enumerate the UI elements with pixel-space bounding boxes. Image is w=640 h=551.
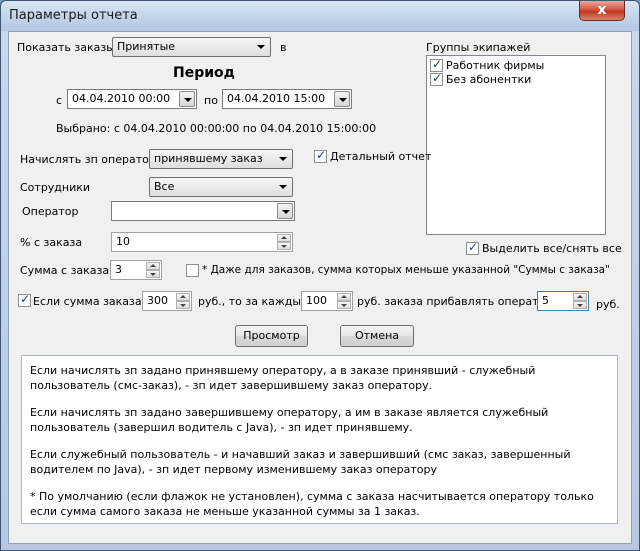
- bonus-threshold-stepper[interactable]: [176, 293, 190, 309]
- employees-value: Все: [154, 180, 175, 193]
- order-sum-input[interactable]: 3: [110, 260, 162, 280]
- period-from-label: с: [56, 94, 63, 107]
- period-to-label: по: [204, 94, 218, 107]
- info-paragraph: * По умолчанию (если флажок не установле…: [30, 490, 594, 518]
- crew-groups-list[interactable]: Работник фирмы Без абонентки: [426, 55, 606, 235]
- close-icon: x: [597, 2, 607, 18]
- spin-up-icon[interactable]: [176, 293, 190, 301]
- preview-button[interactable]: Просмотр: [235, 325, 308, 347]
- percent-label: % с заказа: [20, 236, 83, 249]
- percent-input[interactable]: 10: [111, 232, 293, 252]
- spin-down-icon[interactable]: [573, 301, 587, 309]
- chevron-down-icon: [275, 151, 291, 167]
- spin-up-icon[interactable]: [277, 234, 291, 242]
- info-paragraph: Если начислять зп задано завершившему оп…: [30, 406, 549, 434]
- bonus-step-value: 100: [306, 294, 327, 307]
- bonus-step-stepper[interactable]: [337, 293, 351, 309]
- bonus-step-input[interactable]: 100: [301, 291, 353, 311]
- operator-select[interactable]: [111, 201, 295, 221]
- select-all-checkbox[interactable]: [466, 240, 479, 255]
- show-orders-suffix: в: [280, 41, 287, 54]
- detailed-report-label: Детальный отчет: [330, 150, 432, 163]
- info-paragraph: Если начислять зп задано принявшему опер…: [30, 364, 536, 392]
- operator-label: Оператор: [22, 205, 79, 218]
- period-from-value: 04.04.2010 00:00: [72, 92, 171, 105]
- close-button[interactable]: x: [579, 1, 625, 21]
- order-sum-stepper[interactable]: [146, 262, 160, 278]
- charge-operator-select[interactable]: принявшему заказ: [149, 149, 293, 169]
- spin-down-icon[interactable]: [337, 301, 351, 309]
- bonus-amount-value: 5: [542, 294, 549, 307]
- spin-down-icon[interactable]: [146, 270, 160, 278]
- info-text-box[interactable]: Если начислять зп задано принявшему опер…: [21, 355, 618, 524]
- spin-down-icon[interactable]: [176, 301, 190, 309]
- cancel-button[interactable]: Отмена: [340, 325, 414, 347]
- window-title: Параметры отчета: [9, 8, 138, 23]
- employees-select[interactable]: Все: [149, 177, 293, 197]
- bonus-threshold-input[interactable]: 300: [142, 291, 192, 311]
- chevron-down-icon: [253, 39, 269, 55]
- bonus-amount-stepper[interactable]: [573, 293, 587, 309]
- period-to-value: 04.04.2010 15:00: [227, 92, 326, 105]
- bonus-unit-label: руб.: [596, 298, 620, 311]
- bonus-if-label: Если сумма заказа >: [33, 295, 155, 308]
- title-bar[interactable]: Параметры отчета x: [1, 1, 639, 31]
- period-from-picker[interactable]: 04.04.2010 00:00: [67, 89, 197, 109]
- chevron-down-icon[interactable]: [277, 203, 293, 219]
- bonus-add-label: руб. заказа прибавлять оператору: [357, 295, 559, 308]
- charge-operator-label: Начислять зп оператору: [20, 153, 163, 166]
- show-orders-label: Показать заказы: [17, 41, 115, 54]
- select-all-label: Выделить все/снять все: [482, 242, 622, 255]
- chevron-down-icon: [275, 179, 291, 195]
- spin-up-icon[interactable]: [573, 293, 587, 301]
- even-less-checkbox[interactable]: [186, 264, 199, 277]
- report-params-window: Параметры отчета x Показать заказы Приня…: [0, 0, 640, 551]
- crew-groups-label: Группы экипажей: [426, 41, 531, 54]
- spin-up-icon[interactable]: [146, 262, 160, 270]
- crew-group-label: Без абонентки: [446, 73, 532, 86]
- spin-up-icon[interactable]: [337, 293, 351, 301]
- show-orders-value: Принятые: [117, 40, 176, 53]
- charge-operator-value: принявшему заказ: [154, 152, 263, 165]
- crew-group-checkbox[interactable]: [430, 71, 443, 86]
- period-to-picker[interactable]: 04.04.2010 15:00: [222, 89, 352, 109]
- dialog-body: Показать заказы Принятые в Период с 04.0…: [8, 31, 632, 544]
- employees-label: Сотрудники: [20, 181, 91, 194]
- percent-value: 10: [116, 235, 130, 248]
- percent-stepper[interactable]: [277, 234, 291, 250]
- detailed-report-checkbox[interactable]: [314, 148, 327, 163]
- order-sum-value: 3: [115, 263, 122, 276]
- bonus-amount-input[interactable]: 5: [537, 291, 589, 311]
- crew-group-label: Работник фирмы: [446, 59, 545, 72]
- bonus-threshold-value: 300: [147, 294, 168, 307]
- bonus-each-label: руб., то за каждые: [198, 295, 308, 308]
- info-paragraph: Если служебный пользователь - и начавший…: [30, 448, 571, 476]
- period-selected-text: Выбрано: с 04.04.2010 00:00:00 по 04.04.…: [56, 122, 377, 135]
- show-orders-select[interactable]: Принятые: [112, 37, 271, 57]
- even-less-label: * Даже для заказов, сумма которых меньше…: [202, 264, 610, 276]
- spin-down-icon[interactable]: [277, 242, 291, 250]
- calendar-dropdown-icon[interactable]: [179, 91, 195, 107]
- calendar-dropdown-icon[interactable]: [334, 91, 350, 107]
- period-title: Период: [173, 65, 235, 81]
- order-sum-label: Сумма с заказа: [20, 264, 110, 277]
- bonus-checkbox[interactable]: [18, 292, 31, 307]
